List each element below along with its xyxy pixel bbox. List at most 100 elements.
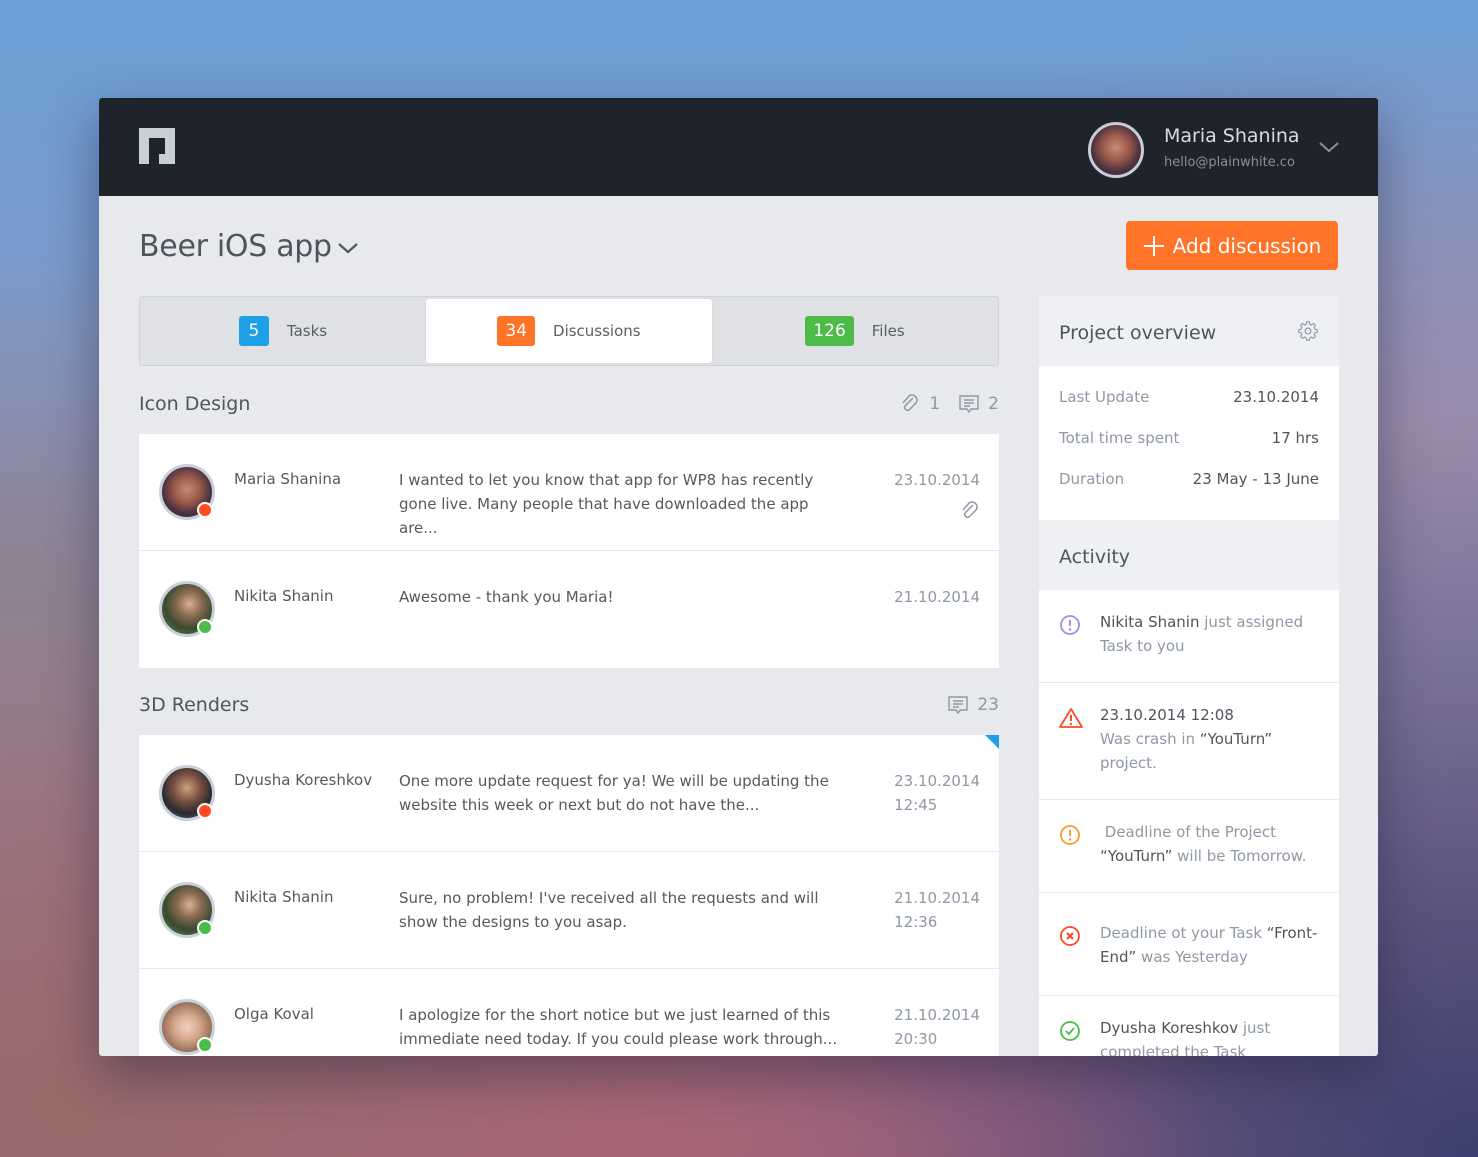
overview-value: 23.10.2014 xyxy=(1233,388,1319,406)
message-preview: I wanted to let you know that app for WP… xyxy=(399,471,814,537)
overview-row: Total time spent 17 hrs xyxy=(1039,429,1339,470)
author-name[interactable]: Nikita Shanin xyxy=(234,888,334,906)
overview-row: Last Update 23.10.2014 xyxy=(1039,388,1339,429)
discussion-row[interactable]: Dyusha Koreshkov One more update request… xyxy=(139,735,999,852)
activity-desc: Deadline of the Project xyxy=(1100,823,1281,841)
x-circle-icon xyxy=(1060,926,1080,946)
discussion-row[interactable]: Maria Shanina I wanted to let you know t… xyxy=(139,434,999,551)
tab-label: Discussions xyxy=(553,322,641,340)
overview-row: Duration 23 May - 13 June xyxy=(1039,470,1339,511)
info-circle-icon xyxy=(1060,615,1080,635)
top-bar: Maria Shanina hello@plainwhite.co xyxy=(99,98,1378,196)
tab-label: Files xyxy=(871,322,905,340)
check-circle-icon xyxy=(1060,1021,1080,1041)
discussions-count-badge: 34 xyxy=(497,316,536,346)
tab-files[interactable]: 126 Files xyxy=(712,297,998,365)
message-preview: Awesome - thank you Maria! xyxy=(399,588,614,606)
user-email: hello@plainwhite.co xyxy=(1164,155,1295,170)
app-window: Maria Shanina hello@plainwhite.co Beer i… xyxy=(99,98,1378,1056)
discussion-row[interactable]: Nikita Shanin Awesome - thank you Maria!… xyxy=(139,551,999,668)
date-value: 23.10.2014 xyxy=(894,772,980,790)
status-dot-busy xyxy=(197,803,213,819)
activity-timestamp: 23.10.2014 12:08 xyxy=(1100,706,1234,724)
status-dot-online xyxy=(197,1037,213,1053)
user-avatar[interactable] xyxy=(1088,122,1144,178)
activity-item[interactable]: Nikita Shanin just assigned Task to you xyxy=(1039,590,1339,683)
overview-header: Project overview xyxy=(1039,296,1339,366)
activity-actor[interactable]: Nikita Shanin xyxy=(1100,613,1200,631)
activity-desc: Was crash in xyxy=(1100,730,1200,748)
alert-circle-icon xyxy=(1060,825,1080,845)
section-header: 3D Renders 23 xyxy=(139,694,999,724)
overview-label: Duration xyxy=(1059,470,1125,488)
comment-icon xyxy=(959,395,979,414)
add-discussion-button[interactable]: Add discussion xyxy=(1126,221,1338,270)
warning-triangle-icon xyxy=(1059,708,1083,728)
overview-body: Last Update 23.10.2014 Total time spent … xyxy=(1039,366,1339,520)
paperclip-icon xyxy=(902,394,919,412)
tab-label: Tasks xyxy=(286,322,328,340)
overview-label: Total time spent xyxy=(1059,429,1180,447)
section-title[interactable]: 3D Renders xyxy=(139,694,249,716)
plus-icon xyxy=(1143,235,1164,256)
activity-item[interactable]: Dyusha Koreshkov just completed the Task xyxy=(1039,996,1339,1056)
activity-project[interactable]: “YouTurn” xyxy=(1100,847,1172,865)
author-name[interactable]: Dyusha Koreshkov xyxy=(234,771,372,789)
activity-item[interactable]: 23.10.2014 12:08 Was crash in “YouTurn” … xyxy=(1039,683,1339,800)
activity-item[interactable]: Deadline of the Project “YouTurn” will b… xyxy=(1039,800,1339,893)
logo-icon[interactable] xyxy=(139,128,175,164)
status-dot-online xyxy=(197,920,213,936)
section-meta: 1 2 xyxy=(899,393,999,415)
message-preview: Sure, no problem! I've received all the … xyxy=(399,889,819,931)
overview-value: 17 hrs xyxy=(1271,429,1319,447)
time-value: 12:45 xyxy=(894,796,938,814)
activity-actor[interactable]: Dyusha Koreshkov xyxy=(1100,1019,1238,1037)
activity-item[interactable]: Deadline ot your Task “Front-End” was Ye… xyxy=(1039,893,1339,996)
tab-tasks[interactable]: 5 Tasks xyxy=(140,297,426,365)
activity-project[interactable]: “YouTurn” xyxy=(1200,730,1272,748)
chevron-down-icon[interactable] xyxy=(1318,136,1340,158)
date-value: 21.10.2014 xyxy=(894,1006,980,1024)
message-preview: I apologize for the short notice but we … xyxy=(399,1006,838,1048)
files-count-badge: 126 xyxy=(805,316,854,346)
activity-desc: Deadline ot your Task xyxy=(1100,924,1267,942)
project-title[interactable]: Beer iOS app xyxy=(139,229,332,264)
message-date: 23.10.2014 12:45 xyxy=(894,769,980,817)
section-title[interactable]: Icon Design xyxy=(139,393,250,415)
gear-icon[interactable] xyxy=(1297,320,1319,342)
comments-value: 2 xyxy=(988,394,999,414)
time-value: 12:36 xyxy=(894,913,938,931)
activity-desc: was Yesterday xyxy=(1136,948,1248,966)
activity-text: Nikita Shanin just assigned Task to you xyxy=(1100,610,1320,658)
status-dot-busy xyxy=(197,502,213,518)
author-name[interactable]: Maria Shanina xyxy=(234,470,341,488)
message-preview: One more update request for ya! We will … xyxy=(399,772,829,814)
paperclip-icon[interactable] xyxy=(959,500,981,522)
comments-count[interactable]: 23 xyxy=(947,694,999,716)
tasks-count-badge: 5 xyxy=(238,316,269,346)
author-name[interactable]: Olga Koval xyxy=(234,1005,314,1023)
message-date: 21.10.2014 12:36 xyxy=(894,886,980,934)
attachments-count[interactable]: 1 xyxy=(899,393,940,415)
section-meta: 23 xyxy=(947,694,999,716)
activity-text: Dyusha Koreshkov just completed the Task xyxy=(1100,1016,1320,1056)
comment-icon xyxy=(948,696,969,715)
message-date: 21.10.2014 20:30 xyxy=(894,1003,980,1051)
sidebar: Project overview Last Update 23.10.2014 … xyxy=(1039,296,1339,1056)
activity-text: Deadline of the Project “YouTurn” will b… xyxy=(1100,820,1320,868)
discussion-row[interactable]: Olga Koval I apologize for the short not… xyxy=(139,969,999,1056)
activity-header: Activity xyxy=(1039,520,1339,590)
comments-count[interactable]: 2 xyxy=(958,393,999,415)
project-chevron-down-icon[interactable] xyxy=(337,237,359,259)
discussion-row[interactable]: Nikita Shanin Sure, no problem! I've rec… xyxy=(139,852,999,969)
tab-discussions[interactable]: 34 Discussions xyxy=(426,299,712,363)
author-name[interactable]: Nikita Shanin xyxy=(234,587,334,605)
time-value: 20:30 xyxy=(894,1030,938,1048)
unread-marker xyxy=(985,735,999,749)
attachments-value: 1 xyxy=(929,394,941,414)
activity-text: Deadline ot your Task “Front-End” was Ye… xyxy=(1100,921,1320,969)
message-date: 23.10.2014 xyxy=(894,471,980,489)
activity-desc: project. xyxy=(1100,754,1157,772)
user-menu[interactable]: Maria Shanina hello@plainwhite.co xyxy=(1078,98,1378,196)
discussion-list: Dyusha Koreshkov One more update request… xyxy=(139,735,999,1056)
